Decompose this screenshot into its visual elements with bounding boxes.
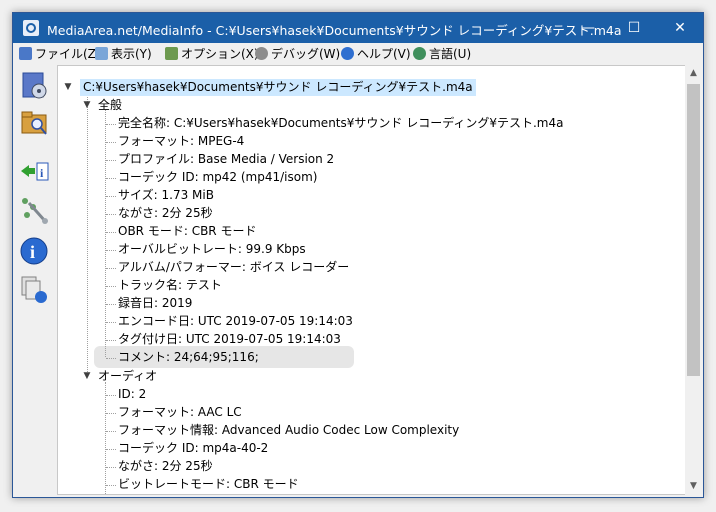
- tree-line: [106, 160, 116, 161]
- vertical-scrollbar[interactable]: ▲ ▼: [685, 65, 702, 495]
- mediainfo-window: MediaArea.net/MediaInfo - C:¥Users¥hasek…: [12, 12, 704, 498]
- open-file-icon: [22, 72, 47, 99]
- menu-options-label: オプション(X): [181, 47, 259, 61]
- general-field-row[interactable]: トラック名: テスト: [118, 277, 222, 294]
- general-field-row[interactable]: コメント: 24;64;95;116;: [118, 349, 259, 366]
- audio-field-row[interactable]: ビットレートモード: CBR モード: [118, 476, 299, 493]
- tree-line: [106, 485, 116, 486]
- tree-line: [106, 142, 116, 143]
- menu-debug[interactable]: デバッグ(W): [255, 45, 340, 63]
- help-icon: [341, 47, 354, 60]
- tree-line: [106, 358, 116, 359]
- title-bar[interactable]: MediaArea.net/MediaInfo - C:¥Users¥hasek…: [13, 13, 703, 43]
- preferences-icon: [22, 198, 48, 224]
- scroll-thumb[interactable]: [687, 84, 700, 376]
- section-audio[interactable]: オーディオ: [98, 368, 157, 385]
- general-field-row[interactable]: ながさ: 2分 25秒: [118, 205, 213, 222]
- menu-view-label: 表示(Y): [111, 47, 152, 61]
- export-button[interactable]: i: [17, 155, 51, 187]
- menu-file[interactable]: ファイル(Z): [19, 45, 101, 63]
- general-field-row[interactable]: タグ付け日: UTC 2019-07-05 19:14:03: [118, 331, 341, 348]
- tree-line: [106, 413, 116, 414]
- about-icon: i: [20, 237, 48, 265]
- general-field-row[interactable]: 録音日: 2019: [118, 295, 192, 312]
- section-general[interactable]: 全般: [98, 97, 122, 114]
- general-field-row[interactable]: プロファイル: Base Media / Version 2: [118, 151, 334, 168]
- mediainfo-app-icon: [23, 20, 39, 36]
- general-field-row[interactable]: エンコード日: UTC 2019-07-05 19:14:03: [118, 313, 353, 330]
- check-updates-icon: [21, 276, 47, 303]
- tree-line: [105, 110, 106, 357]
- open-file-button[interactable]: [17, 69, 51, 101]
- tree-line: [106, 214, 116, 215]
- audio-field-row[interactable]: コーデック ID: mp4a-40-2: [118, 440, 268, 457]
- menu-language[interactable]: 言語(U): [413, 45, 471, 63]
- check-updates-button[interactable]: [17, 273, 51, 305]
- tree-line: [87, 92, 88, 374]
- minimize-button[interactable]: —: [565, 13, 611, 43]
- preferences-button[interactable]: [17, 193, 51, 225]
- scroll-up-arrow[interactable]: ▲: [685, 65, 702, 82]
- tree-line: [106, 268, 116, 269]
- menu-help-label: ヘルプ(V): [357, 47, 411, 61]
- menu-help[interactable]: ヘルプ(V): [341, 45, 411, 63]
- audio-field-row[interactable]: フォーマット情報: Advanced Audio Codec Low Compl…: [118, 422, 459, 439]
- open-folder-button[interactable]: [17, 107, 51, 139]
- menu-debug-label: デバッグ(W): [271, 47, 341, 61]
- tree-line: [106, 395, 116, 396]
- general-field-row[interactable]: コーデック ID: mp42 (mp41/isom): [118, 169, 317, 186]
- general-toggle[interactable]: ▼: [82, 97, 92, 114]
- tree-line: [106, 449, 116, 450]
- tree-line: [106, 340, 116, 341]
- audio-field-row[interactable]: フォーマット: AAC LC: [118, 404, 242, 421]
- scroll-down-arrow[interactable]: ▼: [685, 478, 702, 495]
- menu-options[interactable]: オプション(X): [165, 45, 259, 63]
- tree-line: [106, 250, 116, 251]
- tree-line: [106, 178, 116, 179]
- options-icon: [165, 47, 178, 60]
- general-field-row[interactable]: 完全名称: C:¥Users¥hasek¥Documents¥サウンド レコーデ…: [118, 115, 564, 132]
- tree-root-file[interactable]: C:¥Users¥hasek¥Documents¥サウンド レコーディング¥テス…: [80, 79, 476, 96]
- debug-icon: [255, 47, 268, 60]
- tree-line: [106, 322, 116, 323]
- tree-line: [106, 467, 116, 468]
- tree-line: [106, 196, 116, 197]
- tree-line: [106, 304, 116, 305]
- file-icon: [19, 47, 32, 60]
- general-field-row[interactable]: フォーマット: MPEG-4: [118, 133, 244, 150]
- close-button[interactable]: ✕: [657, 13, 703, 43]
- menu-language-label: 言語(U): [429, 47, 472, 61]
- tree-line: [106, 232, 116, 233]
- general-field-row[interactable]: アルバム/パフォーマー: ボイス レコーダー: [118, 259, 349, 276]
- maximize-button[interactable]: ☐: [611, 13, 657, 43]
- export-icon: i: [21, 162, 49, 181]
- svg-text:i: i: [30, 242, 35, 262]
- audio-field-row[interactable]: ID: 2: [118, 386, 146, 403]
- info-tree[interactable]: ▼ C:¥Users¥hasek¥Documents¥サウンド レコーディング¥…: [57, 65, 687, 495]
- general-field-row[interactable]: OBR モード: CBR モード: [118, 223, 256, 240]
- about-button[interactable]: i: [17, 235, 51, 267]
- general-field-row[interactable]: オーバルビットレート: 99.9 Kbps: [118, 241, 306, 258]
- audio-field-row[interactable]: ビットレート: 99.3 Kbps: [118, 494, 258, 495]
- audio-field-row[interactable]: ながさ: 2分 25秒: [118, 458, 213, 475]
- menu-view[interactable]: 表示(Y): [95, 45, 152, 63]
- general-field-row[interactable]: サイズ: 1.73 MiB: [118, 187, 214, 204]
- toolbar-sidebar: i i: [13, 65, 57, 497]
- view-icon: [95, 47, 108, 60]
- language-icon: [413, 47, 426, 60]
- root-toggle[interactable]: ▼: [63, 79, 73, 96]
- window-title: MediaArea.net/MediaInfo - C:¥Users¥hasek…: [47, 23, 622, 38]
- tree-line: [106, 431, 116, 432]
- menu-bar: ファイル(Z) 表示(Y) オプション(X) デバッグ(W) ヘルプ(V) 言語…: [13, 43, 703, 65]
- tree-line: [106, 124, 116, 125]
- open-folder-icon: [21, 111, 47, 135]
- tree-line: [105, 382, 106, 494]
- menu-file-label: ファイル(Z): [35, 47, 101, 61]
- audio-toggle[interactable]: ▼: [82, 368, 92, 385]
- tree-line: [106, 286, 116, 287]
